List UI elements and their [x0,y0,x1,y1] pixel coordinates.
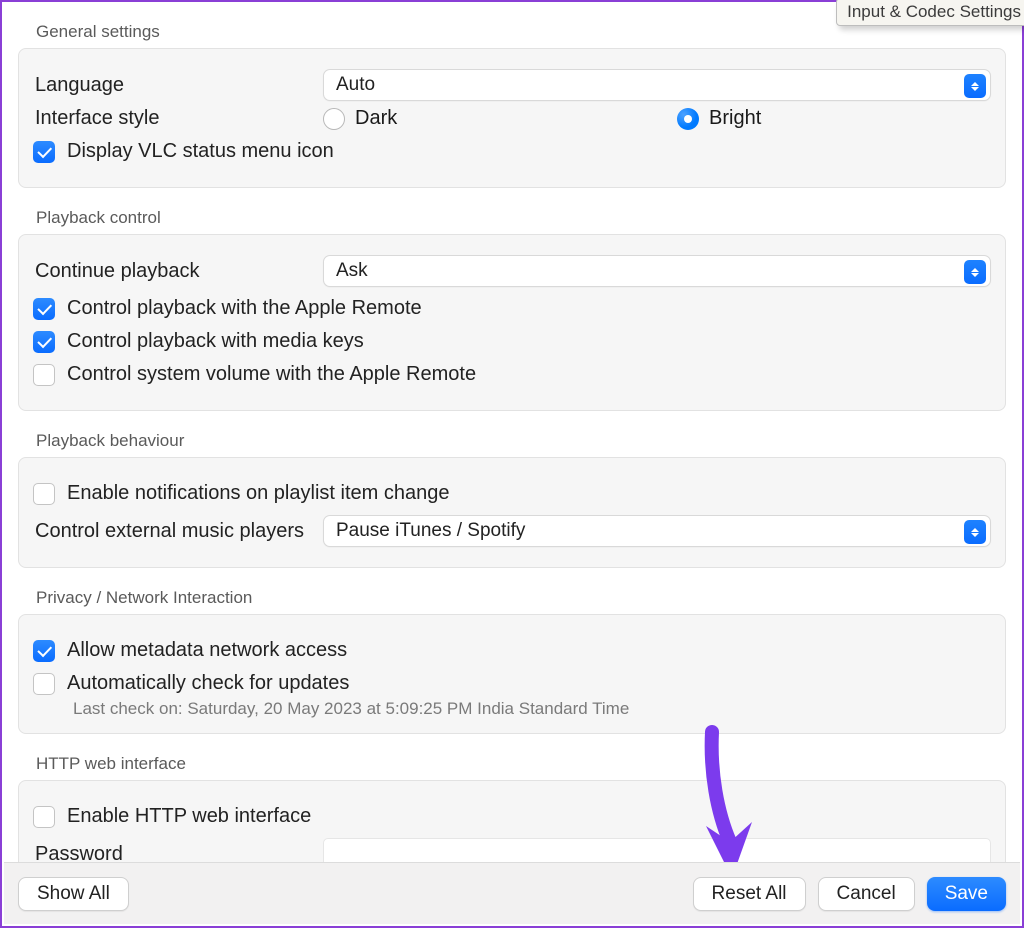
external-players-label: Control external music players [33,520,323,543]
continue-playback-value: Ask [336,260,368,281]
password-field[interactable] [323,838,991,862]
checkbox-system-volume-remote[interactable] [33,364,55,386]
language-select-value: Auto [336,74,375,95]
checkbox-notifications-label: Enable notifications on playlist item ch… [67,482,449,505]
external-players-value: Pause iTunes / Spotify [336,520,525,541]
reset-all-button[interactable]: Reset All [693,877,806,911]
checkbox-system-volume-remote-label: Control system volume with the Apple Rem… [67,363,476,386]
preferences-content: General settings Language Auto Interface… [2,2,1022,862]
section-header-http: HTTP web interface [18,734,1006,780]
radio-dark-label: Dark [355,107,397,130]
continue-playback-select[interactable]: Ask [323,255,991,287]
checkbox-http[interactable] [33,806,55,828]
radio-bright-label: Bright [709,107,761,130]
checkbox-http-label: Enable HTTP web interface [67,805,311,828]
chevron-up-down-icon [964,74,986,98]
language-select[interactable]: Auto [323,69,991,101]
checkbox-metadata-label: Allow metadata network access [67,639,347,662]
interface-style-label: Interface style [33,107,323,130]
section-privacy: Allow metadata network access Automatica… [18,614,1006,734]
section-playback-behaviour: Enable notifications on playlist item ch… [18,457,1006,568]
checkbox-status-menu-label: Display VLC status menu icon [67,140,334,163]
continue-playback-label: Continue playback [33,260,323,283]
section-http: Enable HTTP web interface Password [18,780,1006,862]
chevron-up-down-icon [964,260,986,284]
radio-dark[interactable] [323,108,345,130]
password-label: Password [33,843,323,863]
checkbox-apple-remote[interactable] [33,298,55,320]
external-players-select[interactable]: Pause iTunes / Spotify [323,515,991,547]
checkbox-status-menu[interactable] [33,141,55,163]
section-header-playback-behaviour: Playback behaviour [18,411,1006,457]
checkbox-metadata[interactable] [33,640,55,662]
bottom-toolbar: Show All Reset All Cancel Save [4,862,1020,924]
language-label: Language [33,74,323,97]
section-header-privacy: Privacy / Network Interaction [18,568,1006,614]
chevron-up-down-icon [964,520,986,544]
checkbox-notifications[interactable] [33,483,55,505]
section-general: Language Auto Interface style Dark Brigh… [18,48,1006,188]
tooltip-input-codec: Input & Codec Settings [836,0,1024,26]
checkbox-updates[interactable] [33,673,55,695]
checkbox-media-keys[interactable] [33,331,55,353]
save-button[interactable]: Save [927,877,1006,911]
checkbox-updates-label: Automatically check for updates [67,672,349,695]
cancel-button[interactable]: Cancel [818,877,915,911]
section-header-playback-control: Playback control [18,188,1006,234]
show-all-button[interactable]: Show All [18,877,129,911]
radio-bright[interactable] [677,108,699,130]
last-check-hint: Last check on: Saturday, 20 May 2023 at … [33,699,991,719]
checkbox-apple-remote-label: Control playback with the Apple Remote [67,297,422,320]
section-playback-control: Continue playback Ask Control playback w… [18,234,1006,411]
checkbox-media-keys-label: Control playback with media keys [67,330,364,353]
